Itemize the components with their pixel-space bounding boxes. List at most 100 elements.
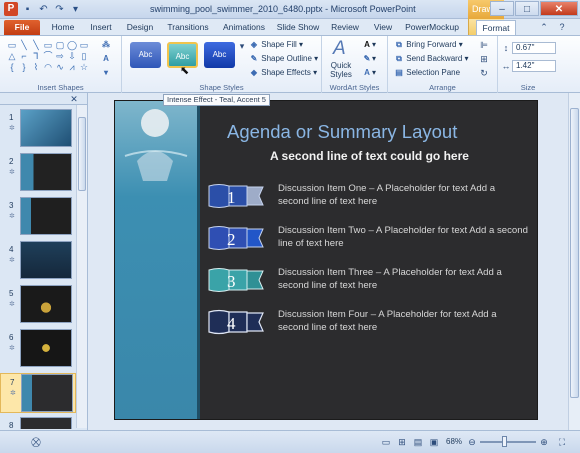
fit-to-window-icon[interactable]: ⛶ xyxy=(556,436,568,448)
scrollbar-thumb[interactable] xyxy=(78,117,86,191)
agenda-item-4[interactable]: 4 Discussion Item Four – A Placeholder f… xyxy=(207,309,537,339)
shape-bracket-icon[interactable]: } xyxy=(18,62,30,73)
align-icon[interactable]: ⊫ xyxy=(478,39,490,51)
slide-canvas[interactable]: Agenda or Summary Layout A second line o… xyxy=(114,100,538,420)
shape-rounded-rect-icon[interactable]: ▢ xyxy=(54,40,66,51)
powerpoint-logo-icon[interactable]: P xyxy=(4,2,18,16)
shape-triangle-icon[interactable]: △ xyxy=(6,51,18,62)
text-box-icon[interactable]: A xyxy=(101,53,111,65)
quick-styles-button[interactable]: Quick Styles xyxy=(326,61,356,79)
minimize-ribbon-icon[interactable]: ⌃ xyxy=(538,21,550,33)
slide-subtitle[interactable]: A second line of text could go here xyxy=(270,149,469,163)
agenda-item-3[interactable]: 3 Discussion Item Three – A Placeholder … xyxy=(207,267,537,297)
shape-outline-button[interactable]: ✎ Shape Outline ▾ xyxy=(249,53,319,65)
send-backward-button[interactable]: ⧉ Send Backward ▾ xyxy=(394,53,468,65)
selection-pane-button[interactable]: ▤ Selection Pane xyxy=(394,67,460,79)
gallery-more-icon[interactable]: ▾ xyxy=(236,40,248,52)
slide-thumbnail-2[interactable]: 2 ✲ xyxy=(0,153,76,193)
tab-review[interactable]: Review xyxy=(326,20,364,35)
shape-rectangle-icon[interactable]: ▭ xyxy=(42,40,54,51)
shape-block-icon[interactable]: ▯ xyxy=(78,51,90,62)
zoom-slider-knob[interactable] xyxy=(502,436,507,447)
number-badge-1[interactable]: 1 xyxy=(207,183,265,209)
shape-rect-icon[interactable]: ▭ xyxy=(78,40,90,51)
shape-freeform-icon[interactable]: ⌇ xyxy=(30,62,42,73)
tab-home[interactable]: Home xyxy=(44,20,82,35)
slide-thumbnail-6[interactable]: 6 ✲ xyxy=(0,329,76,369)
agenda-item-text[interactable]: Discussion Item One – A Placeholder for … xyxy=(278,183,528,208)
tab-powermockup[interactable]: PowerMockup xyxy=(402,20,462,35)
number-badge-3[interactable]: 3 xyxy=(207,267,265,293)
shapes-gallery[interactable]: ▭ ╲ ╲ ▭ ▢ ◯ ▭ △ ⌐ ⅂ ⌒ ⇨ ⇩ ▯ { } ⌇ ◠ ∿ ⩘ … xyxy=(6,40,90,73)
height-field[interactable]: 0.67" xyxy=(512,42,556,54)
number-badge-4[interactable]: 4 xyxy=(207,309,265,335)
shape-arc-icon[interactable]: ◠ xyxy=(42,62,54,73)
agenda-item-1[interactable]: 1 Discussion Item One – A Placeholder fo… xyxy=(207,183,537,213)
spell-check-icon[interactable]: ⛒ xyxy=(30,436,42,448)
slide-show-icon[interactable]: ▣ xyxy=(428,436,440,448)
agenda-item-text[interactable]: Discussion Item Three – A Placeholder fo… xyxy=(278,267,528,292)
style-swatch-blue[interactable]: Abc xyxy=(130,42,161,68)
close-pane-icon[interactable]: ✕ xyxy=(68,93,80,105)
slide-thumbnail-7[interactable]: 7 ✲ xyxy=(0,373,76,413)
text-effects-icon[interactable]: A ▾ xyxy=(362,67,376,79)
tab-insert[interactable]: Insert xyxy=(84,20,118,35)
tab-format[interactable]: Format xyxy=(476,20,516,35)
help-icon[interactable]: ? xyxy=(556,21,568,33)
tab-view[interactable]: View xyxy=(368,20,398,35)
shape-textbox-icon[interactable]: ▭ xyxy=(6,40,18,51)
zoom-in-icon[interactable]: ⊕ xyxy=(538,436,550,448)
bring-forward-button[interactable]: ⧉ Bring Forward ▾ xyxy=(394,39,463,51)
group-objects-icon[interactable]: ⊞ xyxy=(478,53,490,65)
shape-zigzag-icon[interactable]: ⩘ xyxy=(66,62,78,73)
shape-effects-button[interactable]: ◆ Shape Effects ▾ xyxy=(249,67,317,79)
slide-thumbnail-3[interactable]: 3 ✲ xyxy=(0,197,76,237)
minimize-button[interactable]: – xyxy=(490,1,514,16)
slide-thumbnail-5[interactable]: 5 ✲ xyxy=(0,285,76,325)
shape-wave-icon[interactable]: ∿ xyxy=(54,62,66,73)
save-icon[interactable]: ▪ xyxy=(21,3,34,16)
shape-right-arrow-icon[interactable]: ⇨ xyxy=(54,51,66,62)
tab-slide-show[interactable]: Slide Show xyxy=(274,20,322,35)
tab-transitions[interactable]: Transitions xyxy=(162,20,214,35)
text-outline-icon[interactable]: ✎ ▾ xyxy=(362,53,376,65)
editing-scrollbar[interactable] xyxy=(568,93,580,430)
rotate-icon[interactable]: ↻ xyxy=(478,67,490,79)
tab-animations[interactable]: Animations xyxy=(218,20,270,35)
thumbnails-scrollbar[interactable] xyxy=(76,105,87,428)
tab-design[interactable]: Design xyxy=(122,20,158,35)
shape-diagonal-icon[interactable]: ╲ xyxy=(30,40,42,51)
style-swatch-dark-blue[interactable]: Abc xyxy=(204,42,235,68)
shape-oval-icon[interactable]: ◯ xyxy=(66,40,78,51)
maximize-button[interactable]: □ xyxy=(515,1,539,16)
edit-shape-icon[interactable]: ⁂ xyxy=(101,39,111,51)
number-badge-2[interactable]: 2 xyxy=(207,225,265,251)
zoom-out-icon[interactable]: ⊖ xyxy=(466,436,478,448)
shape-down-arrow-icon[interactable]: ⇩ xyxy=(66,51,78,62)
shape-star-icon[interactable]: ☆ xyxy=(78,62,90,73)
slide-thumbnail-8[interactable]: 8 xyxy=(0,417,76,429)
agenda-item-2[interactable]: 2 Discussion Item Two – A Placeholder fo… xyxy=(207,225,537,255)
shape-curve-icon[interactable]: ⌒ xyxy=(42,51,54,62)
width-field[interactable]: 1.42" xyxy=(512,60,556,72)
undo-icon[interactable]: ↶ xyxy=(37,3,50,16)
shape-line-icon[interactable]: ╲ xyxy=(18,40,30,51)
reading-view-icon[interactable]: ▤ xyxy=(412,436,424,448)
zoom-slider[interactable] xyxy=(480,441,536,443)
shape-elbow-icon[interactable]: ⅂ xyxy=(30,51,42,62)
shape-brace-icon[interactable]: { xyxy=(6,62,18,73)
zoom-level[interactable]: 68% xyxy=(446,437,462,446)
shape-fill-button[interactable]: ◈ Shape Fill ▾ xyxy=(249,39,303,51)
normal-view-icon[interactable]: ▭ xyxy=(380,436,392,448)
tab-file[interactable]: File xyxy=(4,20,40,35)
close-button[interactable]: ✕ xyxy=(540,1,578,16)
slide-title[interactable]: Agenda or Summary Layout xyxy=(227,121,457,143)
text-fill-icon[interactable]: A ▾ xyxy=(362,39,376,51)
agenda-item-text[interactable]: Discussion Item Two – A Placeholder for … xyxy=(278,225,528,250)
slide-thumbnail-1[interactable]: 1 ✲ xyxy=(0,109,76,149)
redo-icon[interactable]: ↷ xyxy=(53,3,66,16)
quick-styles-a-icon[interactable]: A xyxy=(333,38,346,60)
slide-sorter-icon[interactable]: ⊞ xyxy=(396,436,408,448)
scrollbar-thumb[interactable] xyxy=(570,108,579,398)
customize-icon[interactable]: ▾ xyxy=(69,3,82,16)
